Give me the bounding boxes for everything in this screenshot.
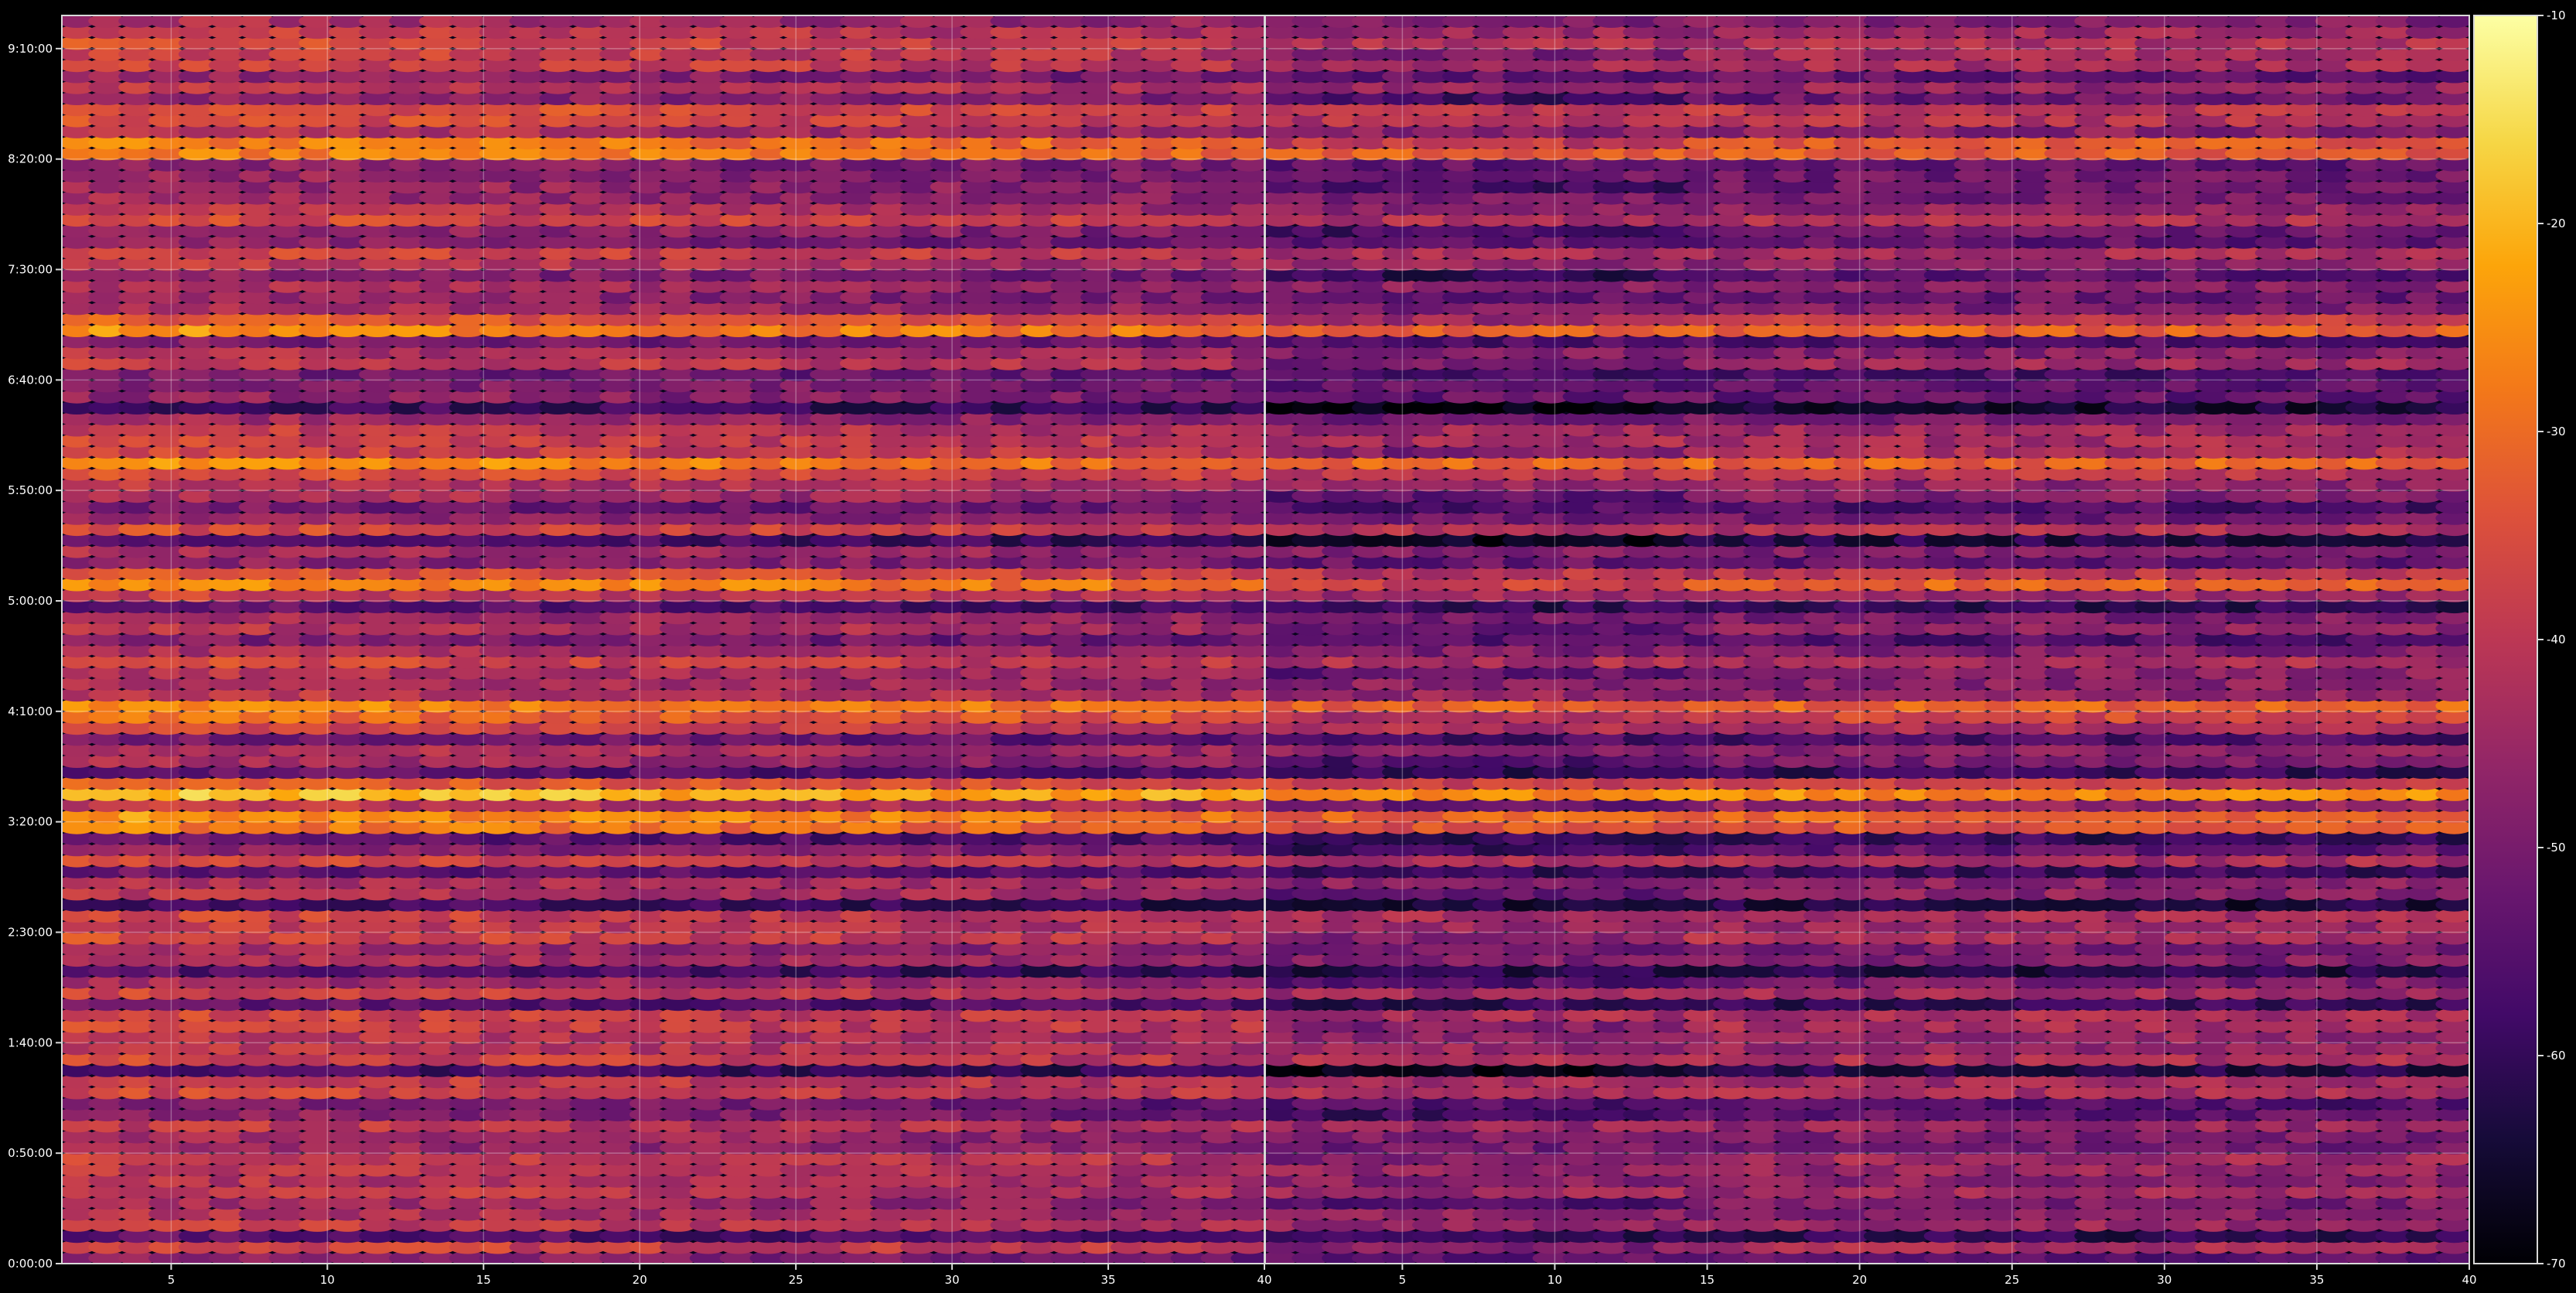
x-tick-label: 5 <box>168 1273 176 1287</box>
x-tick-label: 10 <box>320 1273 335 1287</box>
x-tick-label: 15 <box>476 1273 491 1287</box>
heatmap-cells-left <box>62 15 1264 1264</box>
x-tick-label: 40 <box>1257 1273 1271 1287</box>
x-tick-label: 30 <box>945 1273 960 1287</box>
heatmap-cells-right <box>1265 15 2469 1264</box>
x-tick-label: 25 <box>789 1273 804 1287</box>
x-tick-label: 20 <box>633 1273 647 1287</box>
spectrogram-panel-left: 5 10 15 20 25 30 35 40 <box>61 15 1272 1287</box>
spectrogram-figure: 5 10 15 20 25 30 35 40 5 10 15 20 25 30 35 40 0:00:000… <box>0 0 2576 1293</box>
x-tick-label: 35 <box>1101 1273 1116 1287</box>
spectrogram-panel-right: 5 10 15 20 25 30 35 40 <box>1264 15 2477 1287</box>
